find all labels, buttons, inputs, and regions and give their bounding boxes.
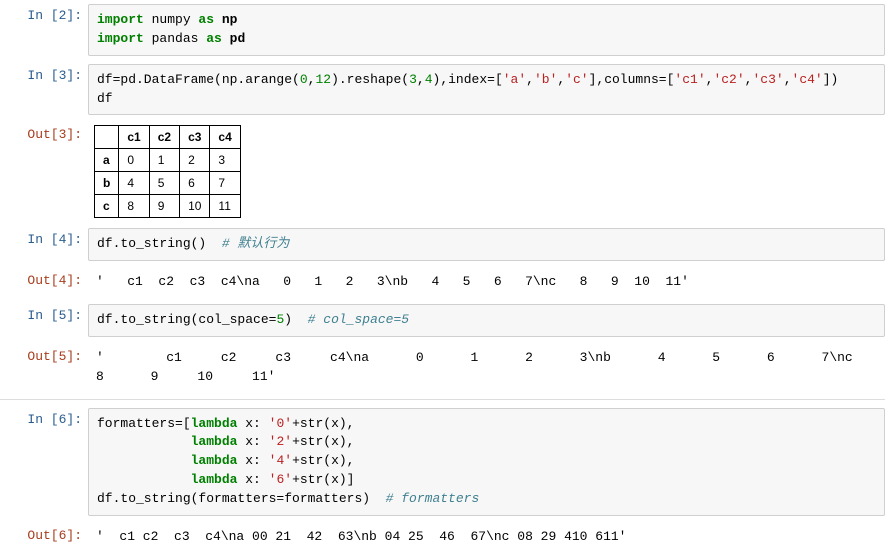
cell: 3 xyxy=(210,149,240,172)
notebook-cell-4-out: Out[4]: ' c1 c2 c3 c4\na 0 1 2 3\nb 4 5 … xyxy=(0,265,885,300)
col-header: c3 xyxy=(180,126,210,149)
dataframe-table: c1 c2 c3 c4 a 0 1 2 3 b 4 5 6 7 c 8 xyxy=(94,125,241,218)
kw-as: as xyxy=(206,31,222,46)
comment: # col_space=5 xyxy=(292,312,409,327)
notebook-cell-6-in: In [6]: formatters=[lambda x: '0'+str(x)… xyxy=(0,404,885,520)
out-prompt-3: Out[3]: xyxy=(0,123,88,146)
code-input-6[interactable]: formatters=[lambda x: '0'+str(x), lambda… xyxy=(88,408,885,516)
table-row: c 8 9 10 11 xyxy=(95,195,241,218)
out-prompt-4: Out[4]: xyxy=(0,269,88,292)
notebook-cell-3-out: Out[3]: c1 c2 c3 c4 a 0 1 2 3 b 4 5 6 xyxy=(0,119,885,224)
cell: 7 xyxy=(210,172,240,195)
col-header: c4 xyxy=(210,126,240,149)
notebook-cell-3-in: In [3]: df=pd.DataFrame(np.arange(0,12).… xyxy=(0,60,885,120)
table-row: a 0 1 2 3 xyxy=(95,149,241,172)
cell: 8 xyxy=(119,195,149,218)
cell: 2 xyxy=(180,149,210,172)
notebook-cell-2: In [2]: import numpy as np import pandas… xyxy=(0,0,885,60)
notebook-cell-4-in: In [4]: df.to_string() # 默认行为 xyxy=(0,224,885,265)
code-input-4[interactable]: df.to_string() # 默认行为 xyxy=(88,228,885,261)
row-header: c xyxy=(95,195,119,218)
notebook-cell-5-in: In [5]: df.to_string(col_space=5) # col_… xyxy=(0,300,885,341)
cell: 11 xyxy=(210,195,240,218)
code-input-2[interactable]: import numpy as np import pandas as pd xyxy=(88,4,885,56)
col-header: c1 xyxy=(119,126,149,149)
code-input-3[interactable]: df=pd.DataFrame(np.arange(0,12).reshape(… xyxy=(88,64,885,116)
kw-import: import xyxy=(97,12,144,27)
notebook-cell-6-out: Out[6]: ' c1 c2 c3 c4\na 00 21 42 63\nb … xyxy=(0,520,885,555)
output-text-5: ' c1 c2 c3 c4\na 0 1 2 3\nb 4 5 6 7\nc 8… xyxy=(88,345,885,391)
out-prompt-5: Out[5]: xyxy=(0,345,88,368)
kw-lambda: lambda xyxy=(191,416,238,431)
cell: 5 xyxy=(149,172,179,195)
row-header: b xyxy=(95,172,119,195)
cell: 6 xyxy=(180,172,210,195)
cell: 10 xyxy=(180,195,210,218)
code-input-5[interactable]: df.to_string(col_space=5) # col_space=5 xyxy=(88,304,885,337)
col-header: c2 xyxy=(149,126,179,149)
kw-lambda: lambda xyxy=(191,472,238,487)
out-prompt-6: Out[6]: xyxy=(0,524,88,547)
cell: 0 xyxy=(119,149,149,172)
in-prompt-4: In [4]: xyxy=(0,228,88,251)
cell: 9 xyxy=(149,195,179,218)
notebook-cell-5-out: Out[5]: ' c1 c2 c3 c4\na 0 1 2 3\nb 4 5 … xyxy=(0,341,885,395)
in-prompt-6: In [6]: xyxy=(0,408,88,431)
row-header: a xyxy=(95,149,119,172)
in-prompt-3: In [3]: xyxy=(0,64,88,87)
cell: 4 xyxy=(119,172,149,195)
in-prompt-5: In [5]: xyxy=(0,304,88,327)
kw-lambda: lambda xyxy=(191,453,238,468)
table-corner xyxy=(95,126,119,149)
output-text-4: ' c1 c2 c3 c4\na 0 1 2 3\nb 4 5 6 7\nc 8… xyxy=(88,269,885,296)
divider xyxy=(0,399,885,400)
comment: # formatters xyxy=(370,491,479,506)
kw-import: import xyxy=(97,31,144,46)
output-text-6: ' c1 c2 c3 c4\na 00 21 42 63\nb 04 25 46… xyxy=(88,524,885,551)
comment: # 默认行为 xyxy=(206,236,289,251)
kw-lambda: lambda xyxy=(191,434,238,449)
cell: 1 xyxy=(149,149,179,172)
table-row: b 4 5 6 7 xyxy=(95,172,241,195)
in-prompt-2: In [2]: xyxy=(0,4,88,27)
kw-as: as xyxy=(198,12,214,27)
